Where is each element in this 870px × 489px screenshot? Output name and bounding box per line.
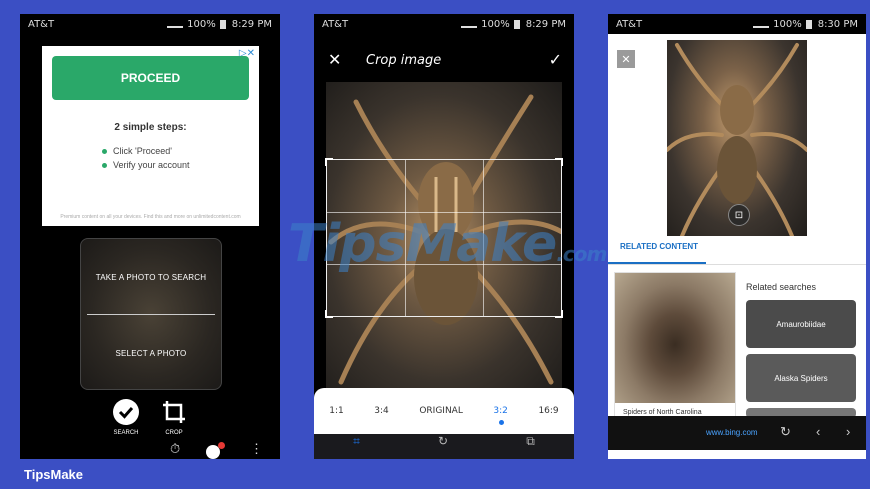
status-bar: AT&T 100% 8:29 PM — [20, 14, 280, 34]
carrier-label: AT&T — [28, 18, 55, 30]
ad-banner: ▷✕ PROCEED 2 simple steps: Click 'Procee… — [42, 46, 259, 226]
select-photo-option[interactable]: SELECT A PHOTO — [81, 349, 221, 358]
crop-handle[interactable] — [325, 158, 333, 166]
notification-dot — [218, 442, 225, 449]
timer-icon[interactable]: ⏱ — [170, 441, 180, 457]
forward-icon[interactable]: › — [846, 424, 850, 439]
clock: 8:30 PM — [817, 18, 858, 30]
battery-icon — [805, 19, 812, 29]
battery-percent: 100% — [187, 18, 216, 30]
ad-steps-title: 2 simple steps: — [114, 122, 187, 133]
signal-icon — [167, 20, 184, 28]
search-tool-label: SEARCH — [113, 430, 139, 436]
battery-icon — [513, 19, 520, 29]
watermark-suffix: .com — [556, 242, 607, 266]
screen-visual-search: AT&T 100% 8:29 PM ▷✕ PROCEED 2 simple st… — [20, 14, 280, 459]
result-card[interactable]: Spiders of North Carolina — [614, 272, 736, 424]
status-bar: AT&T 100% 8:30 PM — [608, 14, 866, 34]
result-image — [615, 273, 735, 403]
crop-handle[interactable] — [555, 158, 563, 166]
ad-fine-print: Premium content on all your devices. Fin… — [60, 214, 241, 220]
crop-handle[interactable] — [325, 310, 333, 318]
browser-bar: www.bing.com ↻ ‹ › — [608, 416, 866, 450]
carrier-label: AT&T — [616, 18, 643, 30]
grid-line — [327, 212, 561, 213]
ratio-option[interactable]: ORIGINAL — [419, 406, 463, 416]
divider — [608, 264, 866, 265]
tab-related-content[interactable]: RELATED CONTENT — [620, 242, 698, 251]
screen-search-results: AT&T 100% 8:30 PM ✕ ⊡ RELATED CONTENT Sp… — [608, 14, 866, 459]
divider — [87, 314, 215, 315]
photo-search-panel: TAKE A PHOTO TO SEARCH SELECT A PHOTO — [80, 238, 222, 390]
footer-bar: TipsMake — [0, 459, 870, 489]
ratio-option[interactable]: 1:1 — [329, 406, 343, 416]
ad-step: Click 'Proceed' — [102, 146, 172, 156]
watermark: TipsMake.com — [288, 214, 607, 274]
crop-handle[interactable] — [555, 310, 563, 318]
proceed-button[interactable]: PROCEED — [52, 56, 249, 100]
ratio-option[interactable]: 16:9 — [538, 406, 558, 416]
signal-icon — [461, 20, 478, 28]
bottom-nav: ⏱ ⋮ — [20, 441, 280, 459]
refresh-icon[interactable]: ↻ — [780, 424, 791, 440]
close-icon[interactable]: ✕ — [617, 50, 635, 68]
flip-icon[interactable]: ⧉ — [526, 434, 535, 459]
page-title: Crop image — [366, 53, 442, 68]
clock: 8:29 PM — [231, 18, 272, 30]
crop-icon — [160, 398, 188, 426]
aspect-ratio-bar: 1:1 3:4 ORIGINAL 3:2 16:9 — [314, 388, 574, 434]
result-caption: Spiders of North Carolina — [623, 409, 702, 416]
battery-percent: 100% — [773, 18, 802, 30]
crop-tool-icon[interactable]: ⌗ — [353, 434, 360, 459]
signal-icon — [753, 20, 770, 28]
status-bar: AT&T 100% 8:29 PM — [314, 14, 574, 34]
rotate-icon[interactable]: ↻ — [438, 434, 448, 459]
clock: 8:29 PM — [525, 18, 566, 30]
crop-tool-label: CROP — [165, 430, 183, 436]
search-tool-button[interactable]: SEARCH — [112, 398, 140, 436]
related-search-item[interactable]: Alaska Spiders — [746, 354, 856, 402]
ratio-option[interactable]: 3:4 — [374, 406, 388, 416]
footer-brand: TipsMake — [24, 466, 84, 482]
confirm-check-icon[interactable]: ✓ — [549, 50, 562, 70]
take-photo-option[interactable]: TAKE A PHOTO TO SEARCH — [81, 273, 221, 282]
crop-header: ✕ Crop image ✓ — [314, 46, 574, 76]
check-circle-icon — [112, 398, 140, 426]
more-icon[interactable]: ⋮ — [250, 441, 263, 457]
visual-search-icon[interactable]: ⊡ — [728, 204, 750, 226]
ratio-option-selected[interactable]: 3:2 — [493, 406, 508, 425]
crop-toolbar: ⌗ ↻ ⧉ — [314, 434, 574, 459]
related-search-item[interactable]: Amaurobiidae — [746, 300, 856, 348]
battery-percent: 100% — [481, 18, 510, 30]
back-icon[interactable]: ‹ — [816, 424, 820, 439]
battery-icon — [219, 19, 226, 29]
carrier-label: AT&T — [322, 18, 349, 30]
related-searches-title: Related searches — [746, 282, 817, 292]
crop-tool-button[interactable]: CROP — [160, 398, 188, 436]
url-text[interactable]: www.bing.com — [706, 428, 758, 437]
close-icon[interactable]: ✕ — [328, 50, 341, 70]
ad-step: Verify your account — [102, 160, 190, 170]
watermark-text: TipsMake — [288, 214, 557, 274]
